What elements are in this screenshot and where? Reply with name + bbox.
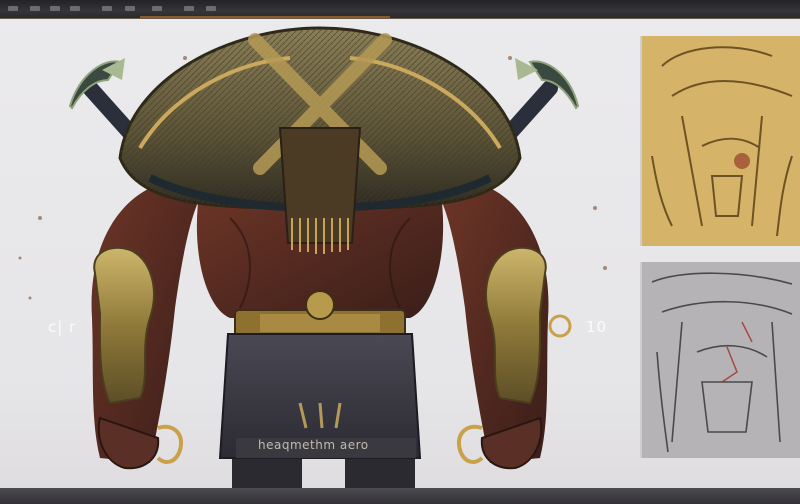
bottom-status-bar bbox=[0, 488, 800, 504]
toolbar-button[interactable] bbox=[8, 6, 18, 11]
left-arm bbox=[91, 188, 200, 470]
right-arm bbox=[440, 188, 572, 470]
main-canvas bbox=[0, 18, 640, 488]
right-overlay-text: 10 bbox=[586, 318, 608, 336]
gray-sketch-drawing bbox=[651, 272, 793, 453]
caption-text: heaqmethm aero bbox=[258, 438, 369, 452]
toolbar-button[interactable] bbox=[102, 6, 112, 11]
thumbnail-color-sketch[interactable] bbox=[640, 36, 800, 246]
toolbar-button[interactable] bbox=[30, 6, 40, 11]
toolbar-button[interactable] bbox=[184, 6, 194, 11]
warrior-illustration bbox=[18, 26, 607, 488]
artwork-viewer: c| r 10 heaqmethm aero bbox=[0, 0, 800, 504]
toolbar-button[interactable] bbox=[206, 6, 216, 11]
toolbar-button[interactable] bbox=[125, 6, 135, 11]
thumbnail-gray-sketch[interactable] bbox=[640, 262, 800, 458]
top-toolbar bbox=[0, 0, 800, 19]
toolbar-button[interactable] bbox=[152, 6, 162, 11]
toolbar-button[interactable] bbox=[70, 6, 80, 11]
toolbar-button[interactable] bbox=[50, 6, 60, 11]
color-sketch-drawing bbox=[651, 46, 793, 237]
left-overlay-text: c| r bbox=[48, 318, 77, 336]
